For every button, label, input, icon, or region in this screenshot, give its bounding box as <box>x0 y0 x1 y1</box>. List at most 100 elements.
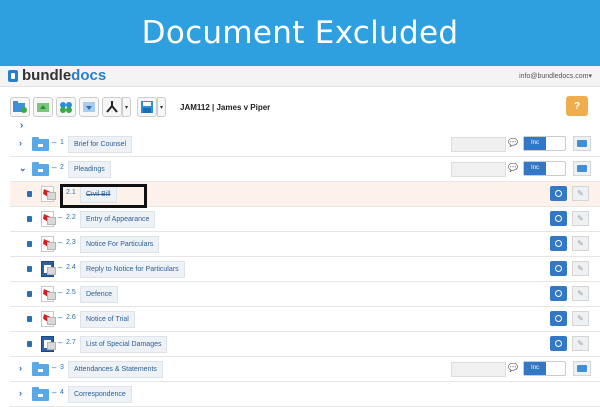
cloud-import-icon <box>60 102 72 113</box>
document-title[interactable]: Notice For Particulars <box>80 236 160 253</box>
section-row[interactable]: › – 4 Correspondence <box>10 382 600 407</box>
user-email: info@bundledocs.com <box>519 73 589 80</box>
edit-button[interactable]: ✎ <box>572 186 589 201</box>
section-title[interactable]: Pleadings <box>68 161 111 178</box>
caret-down-icon: ▾ <box>124 104 128 111</box>
preview-button[interactable] <box>550 311 567 326</box>
dash: – <box>52 363 57 372</box>
preview-button[interactable] <box>550 336 567 351</box>
document-title[interactable]: Notice of Trial <box>80 311 135 328</box>
preview-button[interactable] <box>550 186 567 201</box>
document-title[interactable]: Defence <box>80 286 119 303</box>
merge-button[interactable] <box>102 97 122 117</box>
logo-text-bundle: bundle <box>22 67 72 84</box>
dropbox-import-button[interactable] <box>56 97 76 117</box>
drag-handle-icon[interactable] <box>27 216 32 222</box>
include-toggle[interactable]: Inc <box>523 136 566 151</box>
chevron-right-icon[interactable]: › <box>19 138 22 148</box>
document-title[interactable]: Entry of Appearance <box>80 211 156 228</box>
document-title[interactable]: Reply to Notice for Particulars <box>80 261 185 278</box>
comment-icon[interactable]: 💬 <box>508 363 518 372</box>
merge-options-dropdown[interactable]: ▾ <box>122 97 131 117</box>
document-row[interactable]: – 2.3 Notice For Particulars ✎ <box>10 232 600 257</box>
drag-handle-icon[interactable] <box>27 341 32 347</box>
word-icon <box>41 336 56 352</box>
section-title[interactable]: Correspondence <box>68 386 132 403</box>
section-number: 2 <box>60 164 64 171</box>
drag-handle-icon[interactable] <box>27 241 32 247</box>
add-section-button[interactable] <box>10 97 30 117</box>
download-icon <box>83 102 95 112</box>
chevron-right-icon[interactable]: › <box>19 388 22 398</box>
download-button[interactable] <box>79 97 99 117</box>
dash: – <box>58 313 63 322</box>
user-menu[interactable]: info@bundledocs.com▾ <box>519 72 592 80</box>
document-title[interactable]: List of Special Damages <box>80 336 168 353</box>
edit-button[interactable]: ✎ <box>572 286 589 301</box>
save-options-dropdown[interactable]: ▾ <box>157 97 166 117</box>
page-range-field[interactable] <box>451 362 506 377</box>
edit-button[interactable]: ✎ <box>572 211 589 226</box>
include-toggle[interactable]: Inc <box>523 361 566 376</box>
drag-handle-icon[interactable] <box>27 266 32 272</box>
preview-button[interactable] <box>550 261 567 276</box>
section-number: 3 <box>60 364 64 371</box>
page-range-field[interactable] <box>451 137 506 152</box>
section-title[interactable]: Brief for Counsel <box>68 136 133 153</box>
chevron-down-icon[interactable]: ⌄ <box>19 163 27 174</box>
folder-icon <box>32 137 49 151</box>
caret-down-icon: ▾ <box>159 104 163 111</box>
include-toggle[interactable]: Inc <box>523 161 566 176</box>
circle-icon <box>555 290 562 297</box>
document-row[interactable]: – 2.4 Reply to Notice for Particulars ✎ <box>10 257 600 282</box>
upload-document-button[interactable] <box>33 97 53 117</box>
preview-button[interactable] <box>550 236 567 251</box>
document-row[interactable]: – 2.5 Defence ✎ <box>10 282 600 307</box>
pdf-icon <box>41 311 56 327</box>
merge-icon <box>106 101 118 113</box>
dash: – <box>58 263 63 272</box>
document-row[interactable]: – 2.7 List of Special Damages ✎ <box>10 332 600 357</box>
page-range-field[interactable] <box>451 162 506 177</box>
edit-button[interactable]: ✎ <box>572 261 589 276</box>
open-folder-button[interactable] <box>573 161 591 176</box>
case-title: JAM112 | James v Piper <box>180 102 271 112</box>
comment-icon[interactable]: 💬 <box>508 138 518 147</box>
edit-button[interactable]: ✎ <box>572 236 589 251</box>
preview-button[interactable] <box>550 286 567 301</box>
section-row[interactable]: › – 1 Brief for Counsel 💬 Inc <box>10 132 600 157</box>
drag-handle-icon[interactable] <box>27 316 32 322</box>
folder-icon <box>32 162 49 176</box>
document-row[interactable]: – 2.6 Notice of Trial ✎ <box>10 307 600 332</box>
document-number: 2.4 <box>66 264 76 271</box>
preview-button[interactable] <box>550 211 567 226</box>
breadcrumb-expand-icon[interactable]: › <box>20 120 23 131</box>
help-button[interactable]: ? <box>566 96 588 116</box>
dash: – <box>58 338 63 347</box>
chevron-right-icon[interactable]: › <box>19 363 22 373</box>
section-row[interactable]: ⌄ – 2 Pleadings 💬 Inc <box>10 157 600 182</box>
open-folder-button[interactable] <box>573 136 591 151</box>
open-folder-button[interactable] <box>573 361 591 376</box>
dash: – <box>58 213 63 222</box>
save-button[interactable] <box>137 97 157 117</box>
circle-icon <box>555 265 562 272</box>
section-title[interactable]: Attendances & Statements <box>68 361 163 378</box>
comment-icon[interactable]: 💬 <box>508 163 518 172</box>
section-number: 1 <box>60 139 64 146</box>
document-number: 2.6 <box>66 314 76 321</box>
circle-icon <box>555 190 562 197</box>
drag-handle-icon[interactable] <box>27 291 32 297</box>
folder-icon <box>32 387 49 401</box>
include-label: Inc <box>524 137 546 150</box>
document-number: 2.3 <box>66 239 76 246</box>
edit-button[interactable]: ✎ <box>572 311 589 326</box>
drag-handle-icon[interactable] <box>27 191 32 197</box>
document-row[interactable]: – 2.2 Entry of Appearance ✎ <box>10 207 600 232</box>
bundledocs-logo[interactable]: bundledocs <box>8 67 106 84</box>
folder-add-icon <box>13 101 27 113</box>
section-row[interactable]: › – 3 Attendances & Statements 💬 Inc <box>10 357 600 382</box>
chevron-down-icon: ▾ <box>588 73 592 80</box>
edit-button[interactable]: ✎ <box>572 336 589 351</box>
folder-icon <box>32 362 49 376</box>
